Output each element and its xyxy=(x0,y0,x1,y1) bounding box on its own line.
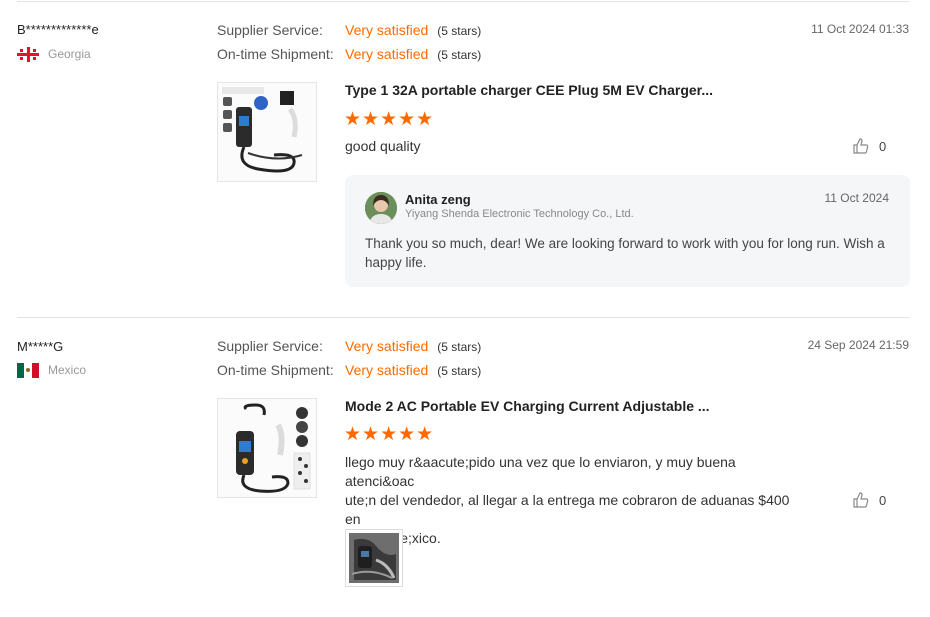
product-title[interactable]: Mode 2 AC Portable EV Charging Current A… xyxy=(345,398,710,414)
rating-value: Very satisfied xyxy=(345,338,429,354)
review-text-line: M&eacute;xico. xyxy=(345,529,805,548)
helpful-count: 0 xyxy=(879,138,887,154)
reply-author-name: Anita zeng xyxy=(405,192,471,207)
helpful-count: 0 xyxy=(879,492,887,508)
mexico-flag-icon xyxy=(17,362,39,378)
review-photo xyxy=(349,533,399,583)
review-item: M*****G Mexico Supplier Service: Very sa… xyxy=(0,317,930,617)
star-rating: ★★★★★ xyxy=(344,109,435,130)
rating-label: Supplier Service: xyxy=(217,22,323,38)
rating-label: On-time Shipment: xyxy=(217,46,334,62)
country-name: Mexico xyxy=(48,363,87,377)
rating-stars-text: (5 stars) xyxy=(437,364,482,378)
review-date: 24 Sep 2024 21:59 xyxy=(807,338,909,352)
buyer-name: B*************e xyxy=(17,22,99,37)
buyer-country: Georgia xyxy=(17,46,91,62)
reply-text: Thank you so much, dear! We are looking … xyxy=(365,236,885,270)
rating-stars-text: (5 stars) xyxy=(437,24,482,38)
supplier-service-rating: Supplier Service: Very satisfied (5 star… xyxy=(217,338,481,354)
reply-date: 11 Oct 2024 xyxy=(824,191,890,205)
supplier-service-rating: Supplier Service: Very satisfied (5 star… xyxy=(217,22,481,38)
ontime-shipment-rating: On-time Shipment: Very satisfied (5 star… xyxy=(217,362,481,378)
ev-charger-image xyxy=(218,399,316,497)
review-photo-attachment[interactable] xyxy=(345,529,403,587)
helpful-button[interactable]: 0 xyxy=(852,491,886,509)
reply-company: Yiyang Shenda Electronic Technology Co.,… xyxy=(405,208,634,220)
rating-label: Supplier Service: xyxy=(217,338,323,354)
review-text-line: llego muy r&aacute;pido una vez que lo e… xyxy=(345,454,736,489)
georgia-flag-icon xyxy=(17,46,39,62)
product-thumbnail[interactable] xyxy=(217,398,317,498)
rating-label: On-time Shipment: xyxy=(217,362,334,378)
rating-value: Very satisfied xyxy=(345,362,429,378)
rating-value: Very satisfied xyxy=(345,22,429,38)
ontime-shipment-rating: On-time Shipment: Very satisfied (5 star… xyxy=(217,46,481,62)
review-date: 11 Oct 2024 01:33 xyxy=(811,22,909,36)
review-item: B*************e Georgia Supplier Service… xyxy=(0,0,930,317)
rating-stars-text: (5 stars) xyxy=(437,48,482,62)
rating-value: Very satisfied xyxy=(345,46,429,62)
supplier-reply: Anita zeng Yiyang Shenda Electronic Tech… xyxy=(345,175,910,287)
rating-stars-text: (5 stars) xyxy=(437,340,482,354)
review-text: good quality xyxy=(345,138,421,154)
thumbs-up-icon xyxy=(853,138,869,154)
review-text: llego muy r&aacute;pido una vez que lo e… xyxy=(345,453,805,548)
product-title[interactable]: Type 1 32A portable charger CEE Plug 5M … xyxy=(345,82,713,98)
ev-charger-image xyxy=(218,83,316,181)
buyer-country: Mexico xyxy=(17,362,86,378)
helpful-button[interactable]: 0 xyxy=(852,137,886,155)
avatar xyxy=(365,192,397,224)
product-thumbnail[interactable] xyxy=(217,82,317,182)
country-name: Georgia xyxy=(48,47,91,61)
buyer-name: M*****G xyxy=(17,339,64,354)
review-text-line: ute;n del vendedor, al llegar a la entre… xyxy=(345,492,790,527)
star-rating: ★★★★★ xyxy=(344,424,435,445)
thumbs-up-icon xyxy=(853,492,869,508)
